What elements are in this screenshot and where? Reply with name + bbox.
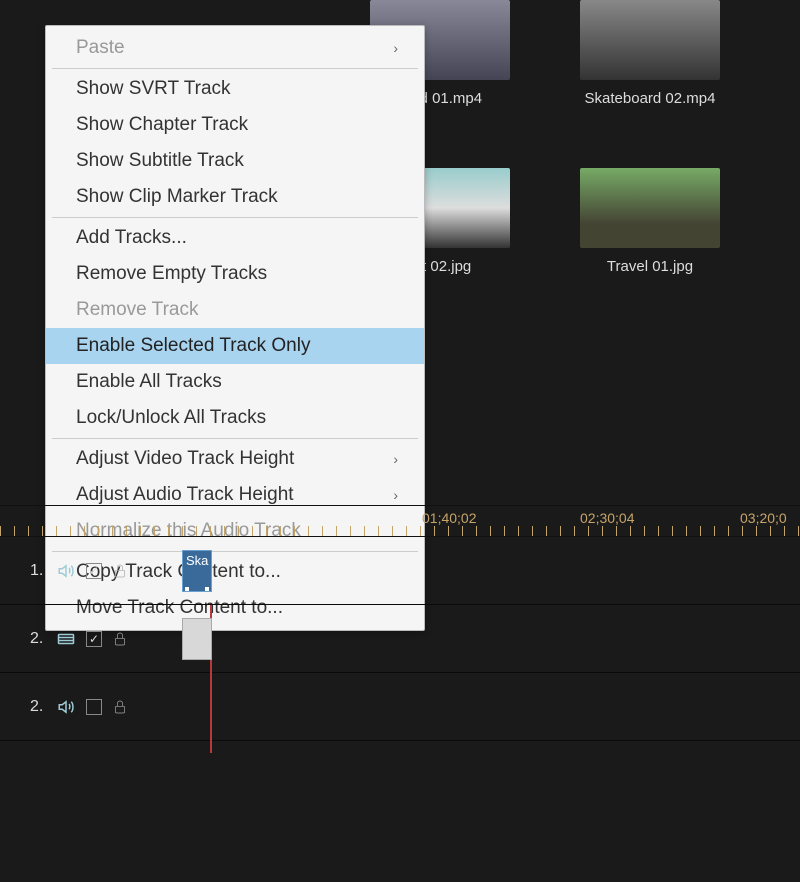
track-number: 2. — [30, 698, 46, 716]
ruler-mark: 03;20;0 — [740, 510, 787, 526]
chevron-right-icon: › — [393, 451, 398, 467]
menu-item-show-svrt-track[interactable]: Show SVRT Track — [46, 71, 424, 107]
menu-item-label: Show Clip Marker Track — [76, 186, 278, 208]
menu-item-show-subtitle-track[interactable]: Show Subtitle Track — [46, 143, 424, 179]
menu-item-label: Remove Track — [76, 299, 198, 321]
tracks-container: 1. ✓ Ska 2. ✓ 2. — [0, 537, 800, 741]
menu-item-label: Show SVRT Track — [76, 78, 231, 100]
menu-item-label: Remove Empty Tracks — [76, 263, 267, 285]
media-item[interactable]: Travel 01.jpg — [580, 168, 720, 301]
media-thumbnail[interactable] — [580, 168, 720, 248]
track-header: 2. ✓ — [30, 630, 170, 648]
media-label: Travel 01.jpg — [607, 258, 693, 275]
menu-item-label: Paste — [76, 37, 125, 59]
menu-separator — [52, 68, 418, 69]
menu-item-adjust-video-track-height[interactable]: Adjust Video Track Height › — [46, 441, 424, 477]
menu-item-label: Enable Selected Track Only — [76, 335, 310, 357]
media-thumbnail[interactable] — [580, 0, 720, 80]
track-enable-checkbox[interactable]: ✓ — [86, 563, 102, 579]
menu-item-label: Show Subtitle Track — [76, 150, 244, 172]
ruler-mark: 02;30;04 — [580, 510, 635, 526]
track-header: 1. ✓ — [30, 562, 170, 580]
menu-item-label: Show Chapter Track — [76, 114, 248, 136]
media-item[interactable]: Skateboard 02.mp4 — [580, 0, 720, 133]
timeline-area: 01;40;02 02;30;04 03;20;0 1. ✓ Ska 2. ✓ 2. — [0, 505, 800, 741]
chevron-right-icon: › — [393, 40, 398, 56]
menu-item-label: Enable All Tracks — [76, 371, 222, 393]
track-header: 2. — [30, 698, 170, 716]
menu-separator — [52, 438, 418, 439]
menu-item-remove-empty-tracks[interactable]: Remove Empty Tracks — [46, 256, 424, 292]
speaker-icon[interactable] — [56, 698, 76, 716]
track-enable-checkbox[interactable]: ✓ — [86, 631, 102, 647]
track-number: 1. — [30, 562, 46, 580]
filmstrip-icon[interactable] — [56, 630, 76, 648]
lock-icon[interactable] — [112, 562, 128, 580]
track-row[interactable]: 2. — [0, 673, 800, 741]
menu-item-lock-unlock-all-tracks[interactable]: Lock/Unlock All Tracks — [46, 400, 424, 436]
lock-icon[interactable] — [112, 630, 128, 648]
timeline-clip[interactable] — [182, 618, 212, 660]
speaker-icon[interactable] — [56, 562, 76, 580]
menu-item-enable-all-tracks[interactable]: Enable All Tracks — [46, 364, 424, 400]
menu-item-label: Adjust Audio Track Height — [76, 484, 294, 506]
menu-item-label: Lock/Unlock All Tracks — [76, 407, 266, 429]
track-row[interactable]: 1. ✓ Ska — [0, 537, 800, 605]
media-panel: oard 01.mp4 Skateboard 02.mp4 ort 02.jpg… — [370, 0, 800, 300]
ruler-ticks — [0, 526, 800, 536]
timeline-ruler[interactable]: 01;40;02 02;30;04 03;20;0 — [0, 505, 800, 537]
menu-item-label: Add Tracks... — [76, 227, 187, 249]
menu-item-remove-track: Remove Track — [46, 292, 424, 328]
menu-item-show-clip-marker-track[interactable]: Show Clip Marker Track — [46, 179, 424, 215]
menu-item-label: Adjust Video Track Height — [76, 448, 294, 470]
track-enable-checkbox[interactable] — [86, 699, 102, 715]
chevron-right-icon: › — [393, 487, 398, 503]
track-row[interactable]: 2. ✓ — [0, 605, 800, 673]
media-label: Skateboard 02.mp4 — [585, 90, 716, 107]
ruler-mark: 01;40;02 — [422, 510, 477, 526]
lock-icon[interactable] — [112, 698, 128, 716]
timeline-clip[interactable]: Ska — [182, 550, 212, 592]
menu-item-show-chapter-track[interactable]: Show Chapter Track — [46, 107, 424, 143]
menu-item-paste: Paste › — [46, 30, 424, 66]
menu-separator — [52, 217, 418, 218]
menu-item-enable-selected-track-only[interactable]: Enable Selected Track Only — [46, 328, 424, 364]
menu-item-add-tracks[interactable]: Add Tracks... — [46, 220, 424, 256]
track-number: 2. — [30, 630, 46, 648]
